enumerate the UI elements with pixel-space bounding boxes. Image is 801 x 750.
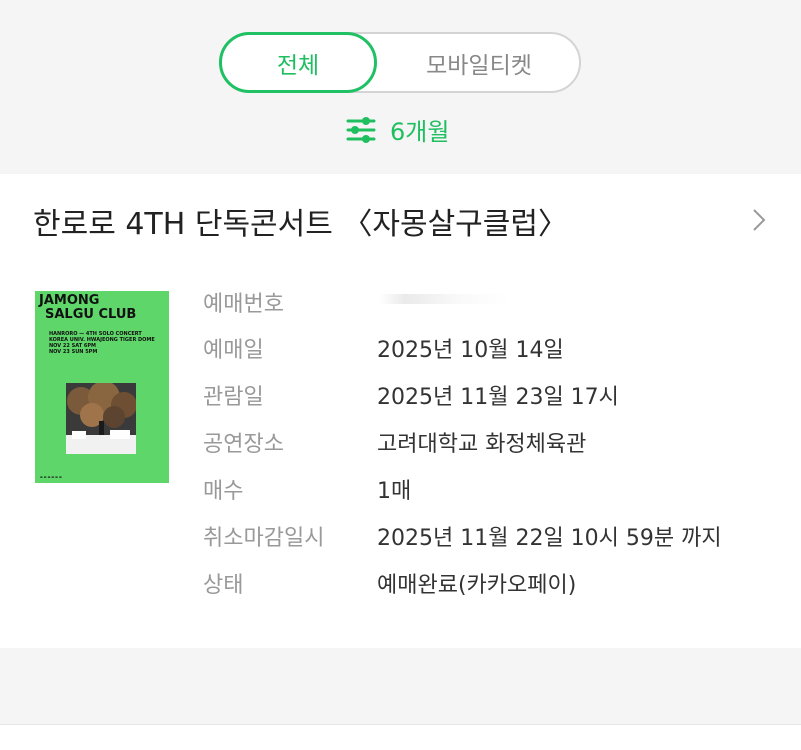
period-filter-button[interactable]: 6개월 [346, 112, 449, 147]
row-value: 1매 [377, 479, 412, 504]
row-label: 예매번호 [203, 292, 284, 317]
row-value: 고려대학교 화정체육관 [377, 432, 587, 457]
row-label: 취소마감일시 [203, 526, 325, 551]
booking-title: 한로로 4TH 단독콘서트 〈자몽살구클럽〉 [33, 207, 568, 242]
sliders-icon [346, 116, 376, 143]
row-label: 관람일 [203, 385, 264, 410]
row-label: 매수 [203, 479, 244, 504]
poster-title: JAMONG SALGU CLUB [39, 293, 137, 322]
booking-number-redacted [379, 294, 509, 304]
poster-footer: ▬ ▬ ▬ ▬ ▬ ▬ [40, 475, 62, 479]
ticket-type-toggle: 전체 모바일티켓 [219, 32, 581, 93]
row-label: 공연장소 [203, 432, 284, 457]
next-card-edge [0, 725, 801, 750]
period-filter-label: 6개월 [390, 118, 450, 146]
row-label: 상태 [203, 573, 244, 598]
poster-tree-image [66, 383, 136, 454]
booking-card[interactable]: 한로로 4TH 단독콘서트 〈자몽살구클럽〉 JAMONG SALGU CLUB… [0, 174, 801, 648]
concert-poster: JAMONG SALGU CLUB HANRORO — 4TH SOLO CON… [35, 291, 169, 483]
row-value: 2025년 11월 22일 10시 59분 까지 [377, 526, 722, 551]
header-area: 전체 모바일티켓 6개월 [0, 0, 801, 174]
row-value: 2025년 11월 23일 17시 [377, 385, 619, 410]
tab-all[interactable]: 전체 [219, 32, 377, 93]
tab-mobile-ticket[interactable]: 모바일티켓 [377, 34, 581, 91]
row-value: 예매완료(카카오페이) [377, 573, 577, 598]
chevron-right-icon[interactable] [752, 208, 766, 232]
row-label: 예매일 [203, 338, 264, 363]
row-value: 2025년 10월 14일 [377, 338, 564, 363]
poster-subtitle: HANRORO — 4TH SOLO CONCERT KOREA UNIV. H… [49, 331, 155, 355]
